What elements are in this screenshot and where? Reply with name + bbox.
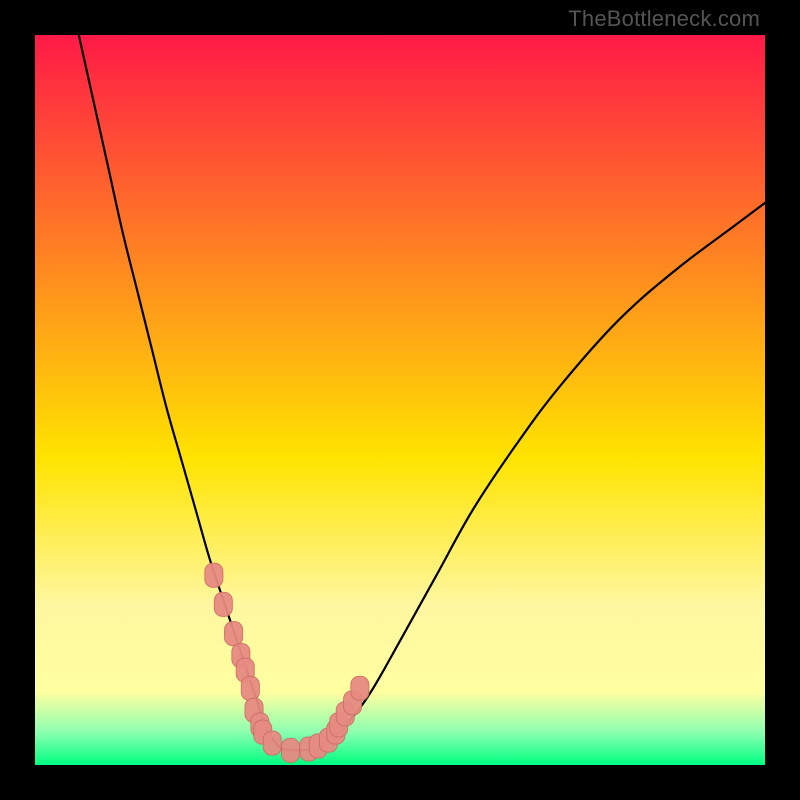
watermark-text: TheBottleneck.com: [568, 6, 760, 32]
curve-marker: [214, 592, 232, 616]
curve-marker: [282, 738, 300, 762]
curve-marker: [263, 731, 281, 755]
curve-marker: [205, 563, 223, 587]
curve-marker: [241, 676, 259, 700]
curve-path: [79, 35, 765, 750]
bottleneck-curve: [35, 35, 765, 765]
chart-frame: TheBottleneck.com: [0, 0, 800, 800]
curve-marker: [225, 622, 243, 646]
plot-area: [35, 35, 765, 765]
curve-marker: [351, 676, 369, 700]
curve-markers: [205, 563, 369, 762]
